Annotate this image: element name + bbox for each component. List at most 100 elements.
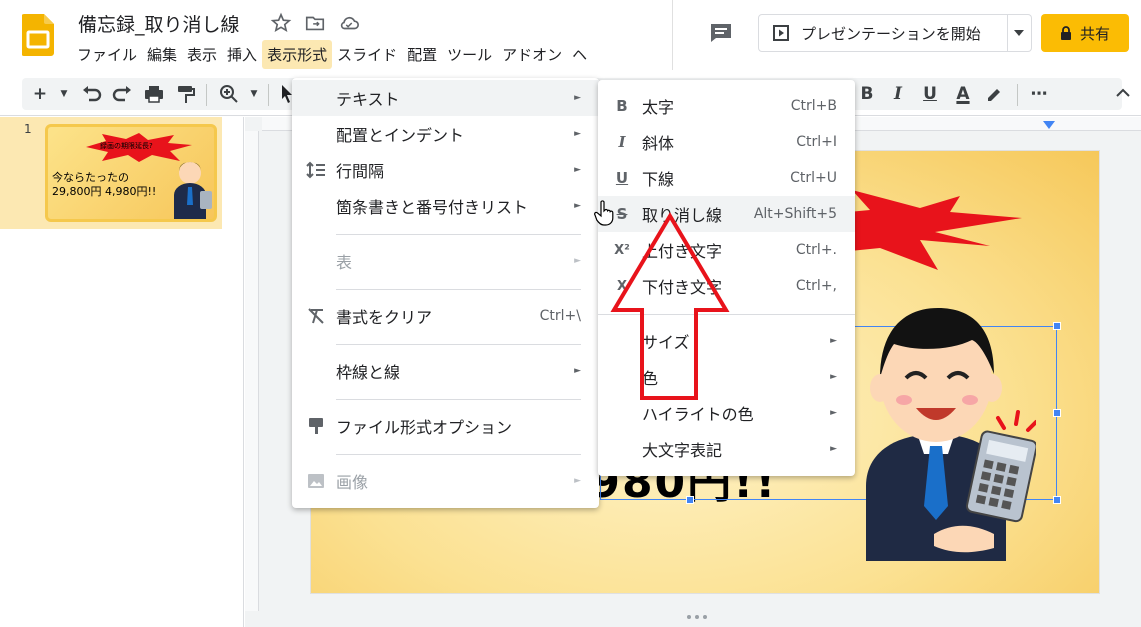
submenu-arrow-icon: ►	[574, 366, 581, 376]
lock-icon	[1060, 26, 1071, 40]
format-menu-item-format-options[interactable]: ファイル形式オプション	[292, 408, 599, 444]
chevron-down-icon	[1014, 30, 1024, 36]
menu-item-label: 表	[336, 253, 353, 272]
format-menu-item-clear-format[interactable]: 書式をクリア Ctrl+\	[292, 298, 599, 334]
format-menu-item-text[interactable]: テキスト ►	[292, 80, 599, 116]
present-dropdown-button[interactable]	[1007, 14, 1032, 52]
text-color-icon[interactable]: A	[951, 82, 975, 106]
menu-item-shortcut: Ctrl+\	[539, 308, 581, 324]
menu-item-label: 下線	[642, 170, 675, 189]
undo-icon[interactable]	[80, 84, 102, 104]
document-title[interactable]: 備忘録_取り消し線	[78, 10, 240, 37]
menu-item-label: 大文字表記	[642, 441, 723, 460]
add-icon[interactable]: +	[28, 82, 52, 106]
format-menu-item-borders-lines[interactable]: 枠線と線 ►	[292, 353, 599, 389]
menu-item-label: 書式をクリア	[336, 308, 433, 327]
resize-handle[interactable]	[686, 496, 694, 504]
format-menu-item-table: 表 ►	[292, 243, 599, 279]
comment-icon[interactable]	[708, 22, 734, 44]
bold-icon: B	[616, 97, 628, 115]
collapse-icon[interactable]	[1116, 88, 1130, 98]
text-submenu-item-bold[interactable]: B 太字 Ctrl+B	[598, 88, 855, 124]
toolbar-separator	[1017, 84, 1018, 106]
bold-icon[interactable]: B	[855, 82, 879, 106]
paint-format-icon[interactable]	[175, 84, 197, 104]
thumb-businessman-illustration	[174, 162, 212, 219]
underline-icon[interactable]: U	[918, 82, 942, 106]
present-label: プレゼンテーションを開始	[801, 24, 981, 43]
clear-format-icon	[308, 308, 324, 324]
menu-item-shortcut: Ctrl+I	[796, 134, 837, 150]
red-annotation-arrow	[610, 212, 730, 400]
menu-item-label: テキスト	[336, 90, 400, 109]
submenu-arrow-icon: ►	[574, 256, 581, 266]
menu-item-label: ファイル形式オプション	[336, 418, 513, 437]
submenu-arrow-icon: ►	[830, 372, 837, 382]
menu-slide[interactable]: スライド	[332, 40, 402, 69]
format-options-icon	[309, 418, 323, 434]
menu-separator	[336, 454, 581, 455]
menu-item-label: ハイライトの色	[642, 405, 754, 424]
submenu-arrow-icon: ►	[830, 444, 837, 454]
menu-file[interactable]: ファイル	[72, 40, 142, 69]
resize-handle[interactable]	[1053, 496, 1061, 504]
menu-view[interactable]: 表示	[182, 40, 222, 69]
menu-arrange[interactable]: 配置	[402, 40, 442, 69]
highlight-icon[interactable]	[984, 84, 1004, 104]
toolbar-separator	[206, 84, 207, 106]
print-icon[interactable]	[143, 84, 165, 104]
format-menu: テキスト ► 配置とインデント ► 行間隔 ► 箇条書きと番号付きリスト ► 表…	[292, 78, 599, 508]
indent-marker-icon[interactable]	[1043, 121, 1055, 129]
menu-addons[interactable]: アドオン	[497, 40, 567, 69]
menu-item-label: 太字	[642, 98, 675, 117]
zoom-dropdown-icon[interactable]: ▼	[242, 82, 266, 106]
star-icon[interactable]	[270, 12, 292, 34]
vertical-ruler[interactable]	[245, 131, 259, 611]
hand-cursor-icon	[594, 200, 614, 226]
share-label: 共有	[1079, 24, 1110, 43]
menu-edit[interactable]: 編集	[142, 40, 182, 69]
menu-separator	[336, 344, 581, 345]
italic-icon[interactable]: I	[886, 82, 910, 106]
menu-item-label: 配置とインデント	[336, 126, 465, 145]
present-button[interactable]: プレゼンテーションを開始	[758, 14, 1008, 52]
menu-help[interactable]: ヘ	[567, 40, 592, 69]
scroll-grip-icon[interactable]	[682, 614, 712, 620]
image-icon	[308, 474, 324, 488]
menu-insert[interactable]: 挿入	[222, 40, 262, 69]
submenu-arrow-icon: ►	[574, 129, 581, 139]
menu-item-label: 枠線と線	[336, 363, 401, 382]
menu-item-label: 斜体	[642, 134, 675, 153]
format-menu-item-bullets[interactable]: 箇条書きと番号付きリスト ►	[292, 188, 599, 224]
redo-icon[interactable]	[112, 84, 134, 104]
add-dropdown-icon[interactable]: ▼	[52, 82, 76, 106]
more-icon[interactable]: ⋯	[1027, 82, 1051, 106]
menu-tools[interactable]: ツール	[442, 40, 497, 69]
text-submenu-item-italic[interactable]: I 斜体 Ctrl+I	[598, 124, 855, 160]
format-menu-item-line-spacing[interactable]: 行間隔 ►	[292, 152, 599, 188]
menu-format[interactable]: 表示形式	[262, 39, 333, 69]
share-button[interactable]: 共有	[1041, 14, 1129, 52]
menu-item-shortcut: Ctrl+,	[795, 278, 837, 294]
text-submenu-item-underline[interactable]: U 下線 Ctrl+U	[598, 160, 855, 196]
text-submenu-item-capitalization[interactable]: 大文字表記 ►	[598, 431, 855, 467]
menu-item-label: 行間隔	[336, 162, 385, 181]
submenu-arrow-icon: ►	[574, 201, 581, 211]
menu-item-label: 箇条書きと番号付きリスト	[336, 198, 529, 217]
resize-handle[interactable]	[1053, 322, 1061, 330]
slide-number: 1	[24, 122, 32, 136]
topbar-divider	[672, 0, 673, 70]
submenu-arrow-icon: ►	[574, 476, 581, 486]
move-to-folder-icon[interactable]	[304, 12, 326, 34]
resize-handle[interactable]	[1053, 409, 1061, 417]
zoom-icon[interactable]	[218, 84, 240, 104]
italic-icon: I	[618, 133, 626, 151]
menu-item-shortcut: Ctrl+B	[790, 98, 837, 114]
businessman-illustration[interactable]	[856, 296, 1036, 561]
slides-logo-icon[interactable]	[22, 14, 54, 56]
format-menu-item-align-indent[interactable]: 配置とインデント ►	[292, 116, 599, 152]
menu-item-shortcut: Alt+Shift+5	[753, 206, 837, 222]
submenu-arrow-icon: ►	[574, 93, 581, 103]
cloud-status-icon[interactable]	[338, 12, 360, 34]
menu-separator	[336, 289, 581, 290]
